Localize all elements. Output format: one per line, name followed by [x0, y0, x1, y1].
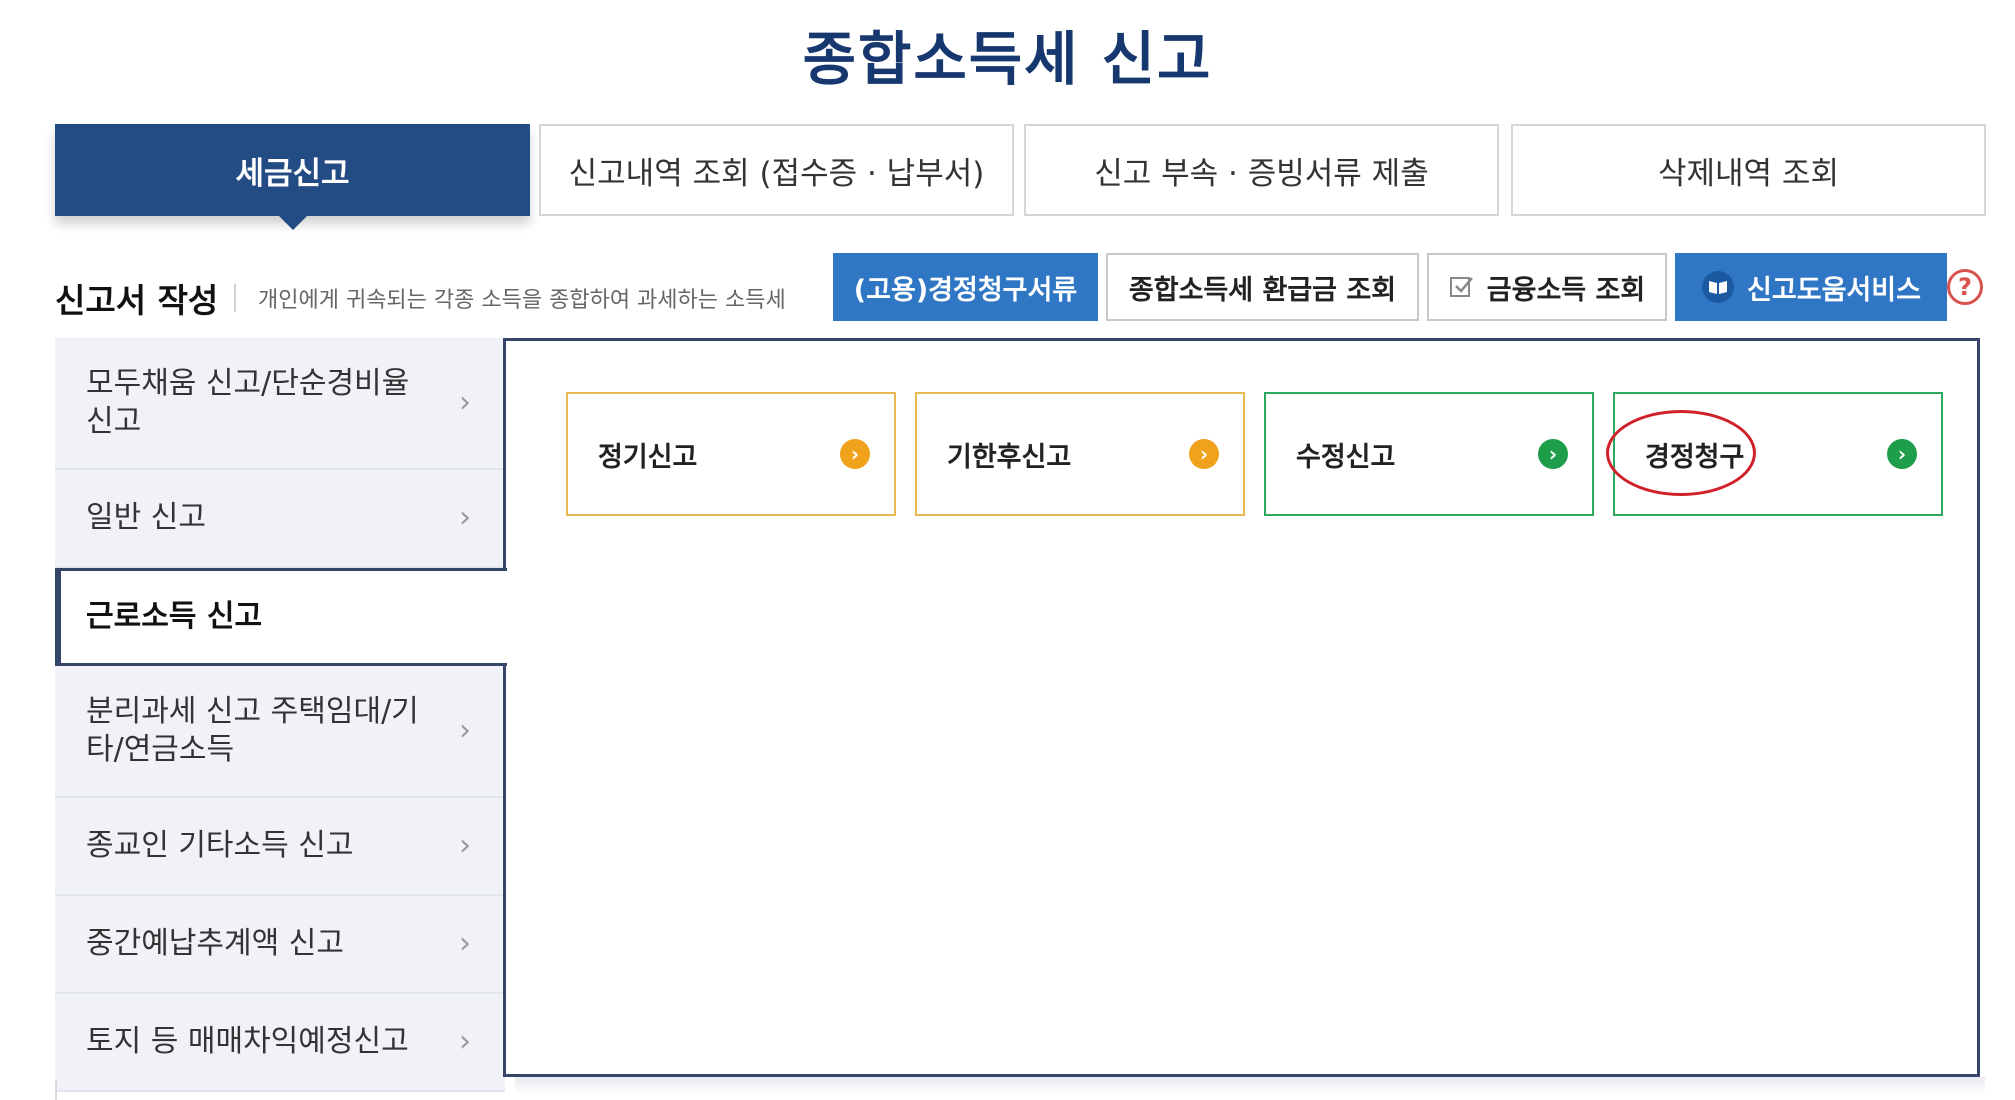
menu-item-prefilled[interactable]: 모두채움 신고/단순경비율 신고 › — [55, 338, 505, 470]
tab-tax-filing[interactable]: 세금신고 — [55, 124, 530, 216]
refund-lookup-button[interactable]: 종합소득세 환급금 조회 — [1106, 253, 1419, 321]
financial-income-label: 금융소득 조회 — [1486, 274, 1646, 306]
section-description: 개인에게 귀속되는 각종 소득을 종합하여 과세하는 소득세 — [258, 288, 786, 313]
tab-document-submission[interactable]: 신고 부속 · 증빙서류 제출 — [1024, 124, 1499, 216]
menu-item-label: 모두채움 신고/단순경비율 신고 — [86, 366, 410, 439]
card-label: 수정신고 — [1296, 441, 1396, 473]
menu-item-label: 종교인 기타소득 신고 — [86, 828, 354, 863]
menu-item-general[interactable]: 일반 신고 › — [55, 470, 505, 568]
card-regular-filing[interactable]: 정기신고 › — [566, 392, 896, 516]
help-service-button[interactable]: 신고도움서비스 — [1675, 253, 1947, 321]
menu-item-interim-prepayment[interactable]: 중간예납추계액 신고 › — [55, 896, 505, 994]
menu-item-label: 분리과세 신고 주택임대/기타/연금소득 — [86, 694, 419, 767]
menu-item-label: 일반 신고 — [86, 500, 206, 535]
menu-item-land-trading[interactable]: 토지 등 매매차익예정신고 › — [55, 994, 505, 1092]
chevron-right-icon: › — [459, 1024, 471, 1059]
chevron-right-icon: › — [1189, 439, 1219, 469]
card-label: 기한후신고 — [947, 441, 1072, 473]
chevron-right-icon: › — [1538, 439, 1568, 469]
menu-item-label: 근로소득 신고 — [86, 599, 263, 634]
menu-item-separate-taxation[interactable]: 분리과세 신고 주택임대/기타/연금소득 › — [55, 666, 505, 798]
tab-deletion-history[interactable]: 삭제내역 조회 — [1511, 124, 1986, 216]
card-correction-claim[interactable]: 경정청구 › — [1613, 392, 1943, 516]
help-service-label: 신고도움서비스 — [1747, 274, 1921, 306]
chevron-right-icon: › — [459, 828, 471, 863]
tab-filing-history[interactable]: 신고내역 조회 (접수증 · 납부서) — [539, 124, 1014, 216]
menu-item-label: 중간예납추계액 신고 — [86, 926, 344, 961]
refund-lookup-label: 종합소득세 환급금 조회 — [1128, 274, 1397, 306]
help-icon[interactable]: ? — [1947, 269, 1983, 305]
section-divider — [234, 284, 236, 312]
menu-item-earned-income[interactable]: 근로소득 신고 — [55, 568, 507, 666]
active-tab-arrow — [277, 214, 309, 230]
panel-shadow — [515, 1077, 1985, 1095]
chevron-right-icon: › — [459, 500, 471, 535]
chevron-right-icon: › — [1887, 439, 1917, 469]
menu-item-label: 토지 등 매매차익예정신고 — [86, 1024, 409, 1059]
correction-docs-button[interactable]: (고용)경정청구서류 — [833, 253, 1098, 321]
card-label: 경정청구 — [1645, 441, 1745, 473]
card-late-filing[interactable]: 기한후신고 › — [915, 392, 1245, 516]
correction-docs-label: (고용)경정청구서류 — [853, 274, 1078, 306]
page-title: 종합소득세 신고 — [802, 25, 1213, 93]
chevron-right-icon: › — [840, 439, 870, 469]
chevron-right-icon: › — [459, 385, 471, 420]
card-label: 정기신고 — [598, 441, 698, 473]
card-amended-filing[interactable]: 수정신고 › — [1264, 392, 1594, 516]
book-icon — [1701, 270, 1735, 304]
left-menu: 모두채움 신고/단순경비율 신고 › 일반 신고 › 근로소득 신고 분리과세 … — [55, 338, 507, 1100]
financial-income-button[interactable]: 금융소득 조회 — [1427, 253, 1667, 321]
section-title: 신고서 작성 — [55, 281, 219, 320]
chevron-right-icon: › — [459, 713, 471, 748]
chevron-right-icon: › — [459, 926, 471, 961]
left-menu-border — [55, 1080, 57, 1100]
menu-item-religious[interactable]: 종교인 기타소득 신고 › — [55, 798, 505, 896]
check-icon — [1449, 274, 1475, 300]
